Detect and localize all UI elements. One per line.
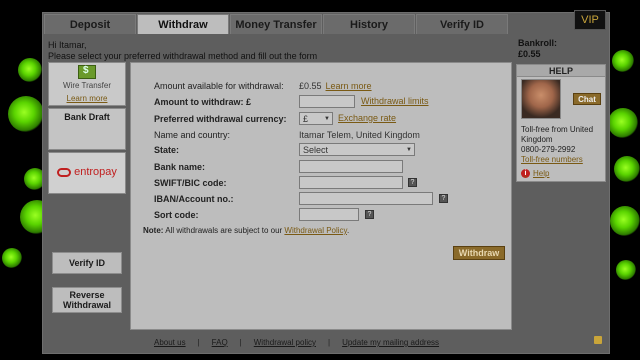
decorative-bubble [614, 156, 640, 182]
footer-withdrawal-policy-link[interactable]: Withdrawal policy [254, 338, 316, 347]
support-agent-avatar [521, 79, 561, 119]
bankroll-value: £0.55 [518, 49, 541, 59]
vip-button[interactable]: VIP [574, 10, 606, 30]
help-title: HELP [517, 65, 605, 77]
entropay-label: entropay [74, 166, 117, 178]
tollfree-numbers-link[interactable]: Toll-free numbers [521, 155, 607, 165]
available-value: £0.55 [299, 81, 322, 91]
note-prefix: Note: [143, 226, 164, 235]
decorative-bubble [616, 260, 636, 280]
reverse-withdrawal-button[interactable]: Reverse Withdrawal [52, 287, 122, 313]
help-link[interactable]: i Help [521, 169, 549, 178]
method-wire-transfer[interactable]: Wire Transfer Learn more [48, 62, 126, 106]
tab-verify-id[interactable]: Verify ID [416, 14, 508, 34]
sort-code-input[interactable] [299, 208, 359, 221]
swift-input[interactable] [299, 176, 403, 189]
tab-deposit[interactable]: Deposit [44, 14, 136, 34]
sort-code-help-icon[interactable]: ? [365, 210, 374, 219]
amount-label: Amount to withdraw: £ [154, 97, 251, 107]
tab-history[interactable]: History [323, 14, 415, 34]
decorative-bubble [8, 96, 44, 132]
greeting-text: Hi Itamar, Please select your preferred … [48, 40, 317, 62]
sort-code-label: Sort code: [154, 210, 199, 220]
tab-bar: Deposit Withdraw Money Transfer History … [44, 14, 509, 34]
method-entropay[interactable]: entropay [48, 152, 126, 194]
chevron-down-icon: ▼ [406, 146, 412, 153]
decorative-bubble [610, 206, 640, 236]
footer-separator: | [328, 338, 331, 347]
chevron-down-icon: ▼ [324, 115, 330, 122]
footer-links: About us | FAQ | Withdrawal policy | Upd… [154, 338, 439, 347]
state-value: Select [303, 144, 329, 155]
help-box: HELP Chat Toll-free from United Kingdom … [516, 64, 606, 182]
state-label: State: [154, 145, 180, 155]
help-link-label: Help [533, 169, 550, 178]
currency-value: £ [303, 113, 309, 124]
verify-id-button[interactable]: Verify ID [52, 252, 122, 274]
wire-learn-more-link[interactable]: Learn more [49, 94, 125, 103]
name-country-label: Name and country: [154, 130, 231, 140]
greeting-instructions: Please select your preferred withdrawal … [48, 51, 318, 61]
bank-name-input[interactable] [299, 160, 403, 173]
tab-money-transfer[interactable]: Money Transfer [230, 14, 322, 34]
tab-withdraw[interactable]: Withdraw [137, 14, 229, 34]
withdrawal-limits-link[interactable]: Withdrawal limits [361, 94, 429, 108]
available-amount: £0.55 Learn more [299, 79, 372, 93]
wire-transfer-icon [78, 65, 96, 79]
help-contact-info: Toll-free from United Kingdom 0800-279-2… [521, 125, 607, 165]
note-text: All withdrawals are subject to our [165, 226, 283, 235]
withdraw-button[interactable]: Withdraw [453, 246, 505, 260]
bankroll-label: Bankroll: [518, 38, 558, 48]
bank-draft-label: Bank Draft [64, 112, 110, 122]
tollfree-text: Toll-free from United Kingdom [521, 125, 594, 144]
available-learn-more-link[interactable]: Learn more [326, 81, 372, 91]
chat-button[interactable]: Chat [573, 93, 601, 105]
decorative-bubble [608, 108, 638, 138]
bank-name-label: Bank name: [154, 162, 206, 172]
note-suffix: . [346, 226, 350, 235]
decorative-bubble [612, 50, 634, 72]
greeting-name: Hi Itamar, [48, 40, 87, 50]
iban-input[interactable] [299, 192, 433, 205]
iban-help-icon[interactable]: ? [439, 194, 448, 203]
amount-input[interactable] [299, 95, 355, 108]
iban-label: IBAN/Account no.: [154, 194, 234, 204]
decorative-bubble [18, 58, 42, 82]
info-icon: i [521, 169, 530, 178]
wire-transfer-label: Wire Transfer [62, 81, 111, 90]
footer-separator: | [197, 338, 200, 347]
method-bank-draft[interactable]: Bank Draft [48, 108, 126, 150]
withdrawal-note: Note: All withdrawals are subject to our… [143, 226, 349, 235]
currency-select[interactable]: £ ▼ [299, 112, 333, 125]
bankroll-display: Bankroll: £0.55 [518, 38, 557, 60]
swift-label: SWIFT/BIC code: [154, 178, 227, 188]
footer-faq-link[interactable]: FAQ [212, 338, 228, 347]
entropay-logo-icon [57, 167, 72, 177]
footer-separator: | [239, 338, 242, 347]
currency-label: Preferred withdrawal currency: [154, 114, 287, 124]
footer-update-address-link[interactable]: Update my mailing address [342, 338, 439, 347]
decorative-bubble [2, 248, 22, 268]
phone-number: 0800-279-2992 [521, 145, 576, 154]
exchange-rate-link[interactable]: Exchange rate [338, 111, 396, 125]
swift-help-icon[interactable]: ? [408, 178, 417, 187]
state-select[interactable]: Select ▼ [299, 143, 415, 156]
lock-icon [594, 336, 602, 344]
available-label: Amount available for withdrawal: [154, 81, 284, 91]
withdrawal-policy-link[interactable]: Withdrawal Policy [284, 226, 347, 235]
footer-about-us-link[interactable]: About us [154, 338, 186, 347]
name-country-value: Itamar Telem, United Kingdom [299, 130, 420, 140]
